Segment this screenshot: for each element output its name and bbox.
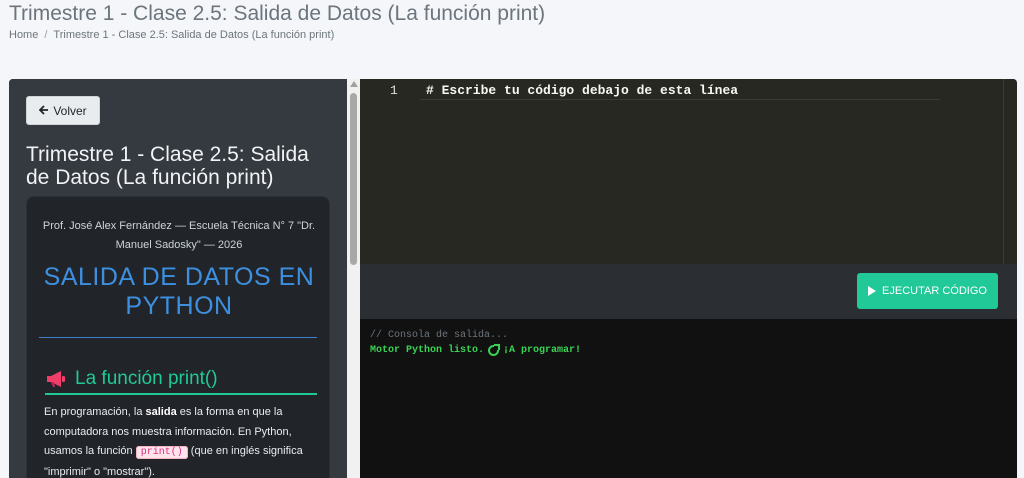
page-header: Trimestre 1 - Clase 2.5: Salida de Datos… [0, 0, 1024, 62]
console-comment: // Consola de salida... [370, 330, 509, 341]
author-line: Prof. José Alex Fernández — Escuela Técn… [42, 220, 316, 251]
breadcrumb-current: Trimestre 1 - Clase 2.5: Salida de Datos… [53, 29, 335, 41]
scroll-up-arrow-icon[interactable] [349, 81, 358, 87]
lesson-content: Prof. José Alex Fernández — Escuela Técn… [26, 196, 330, 478]
back-button[interactable]: Volver [26, 96, 100, 125]
back-button-label: Volver [53, 103, 87, 118]
code-editor[interactable]: 1 # Escribe tu código debajo de esta lín… [360, 79, 1017, 264]
breadcrumb-home[interactable]: Home [9, 29, 38, 41]
page-title: Trimestre 1 - Clase 2.5: Salida de Datos… [9, 2, 546, 25]
rocket-icon [488, 344, 501, 356]
run-code-label: EJECUTAR CÓDIGO [882, 285, 987, 297]
paragraph-bold: salida [145, 406, 177, 418]
inline-code: print() [135, 446, 188, 459]
console-ready-line: Motor Python listo. ¡A programar! [370, 344, 582, 356]
section-heading: La función print() [45, 365, 317, 395]
panel-scrollbar[interactable] [347, 79, 360, 478]
arrow-left-icon [39, 104, 49, 118]
scroll-thumb[interactable] [350, 93, 357, 265]
breadcrumb: Home / Trimestre 1 - Clase 2.5: Salida de … [9, 29, 334, 41]
console-ready-suffix: ¡A programar! [503, 345, 582, 356]
lesson-title: Trimestre 1 - Clase 2.5: Salida de Datos… [26, 143, 309, 189]
line-number: 1 [390, 83, 398, 98]
play-icon [868, 286, 877, 296]
lesson-panel: Volver Trimestre 1 - Clase 2.5: Salida d… [9, 79, 347, 478]
breadcrumb-separator: / [44, 29, 48, 41]
editor-toolbar: EJECUTAR CÓDIGO [360, 264, 1017, 319]
current-line-highlight [420, 99, 940, 100]
code-line[interactable]: # Escribe tu código debajo de esta línea [426, 83, 738, 98]
console-ready-text: Motor Python listo. [370, 345, 485, 356]
editor-scrollbar[interactable] [1003, 79, 1004, 264]
paragraph-text: En programación, la [44, 406, 146, 418]
lesson-paragraph: En programación, la salida es la forma e… [44, 403, 319, 478]
run-code-button[interactable]: EJECUTAR CÓDIGO [857, 273, 998, 309]
divider [39, 337, 317, 338]
output-console[interactable]: // Consola de salida... Motor Python lis… [360, 319, 1017, 478]
section-heading-text: La función print() [75, 368, 218, 389]
lesson-card: Volver Trimestre 1 - Clase 2.5: Salida d… [9, 79, 1017, 478]
content-title: SALIDA DE DATOS EN PYTHON [43, 263, 315, 320]
megaphone-icon [45, 370, 67, 388]
